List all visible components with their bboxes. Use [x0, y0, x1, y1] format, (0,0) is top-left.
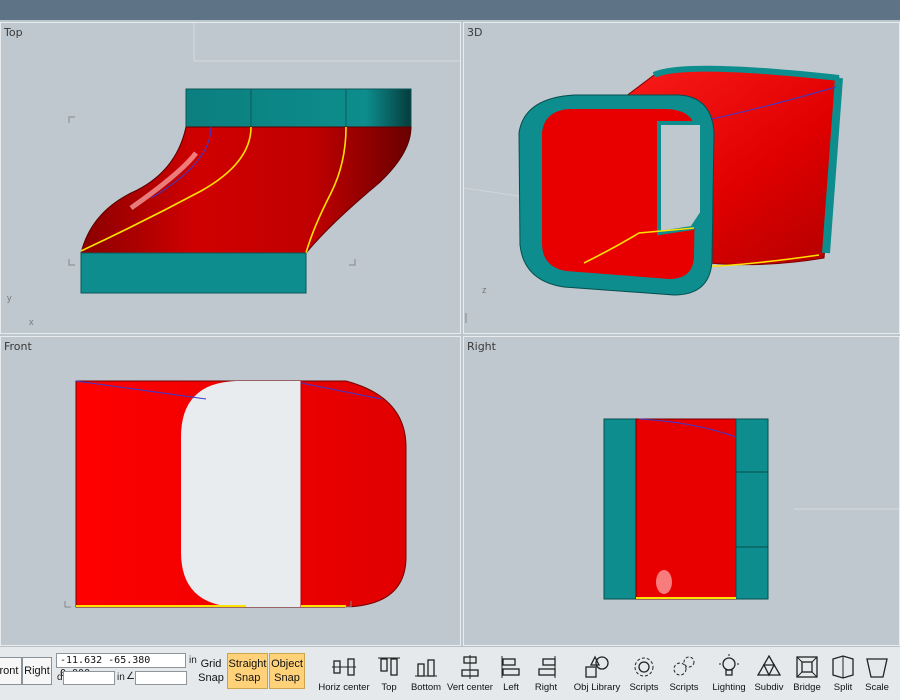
top-rim-upper — [185, 88, 412, 128]
tool-label: Scripts — [669, 682, 699, 693]
tool-label: Scripts — [629, 682, 659, 693]
tool-split-button[interactable]: Split — [828, 651, 858, 697]
axis-x-label: x — [29, 317, 34, 327]
3d-opening — [657, 121, 704, 236]
viewport-label-front: Front — [4, 340, 32, 353]
tool-bottom-button[interactable]: Bottom — [408, 651, 444, 697]
axis-y-label: y — [7, 293, 12, 303]
object-library-icon — [583, 653, 611, 681]
align-bottom-icon — [412, 653, 440, 681]
tool-label: Right — [534, 682, 558, 693]
top-surface — [80, 126, 412, 254]
title-bar — [0, 0, 900, 20]
align-top-icon — [375, 653, 403, 681]
viewport-label-right: Right — [467, 340, 496, 353]
tool-subdiv-button[interactable]: Subdiv — [752, 651, 786, 697]
tool-label: Obj Library — [573, 682, 621, 693]
tool-label: Subdiv — [754, 682, 784, 693]
distance-label: d — [57, 672, 63, 683]
top-rim-lower — [80, 252, 307, 294]
tool-label: Bridge — [793, 682, 821, 693]
front-opening — [181, 381, 301, 607]
coordinates-field[interactable]: -11.632 -65.380 0.000 — [56, 653, 186, 679]
viewport-label-3d: 3D — [467, 26, 483, 39]
straight-snap-toggle[interactable]: Straight Snap — [227, 653, 268, 689]
lighting-bulb-icon — [715, 653, 743, 681]
tool-label: Lighting — [712, 682, 746, 693]
tool-bridge-button[interactable]: Bridge — [790, 651, 824, 697]
angle-icon: ∠ — [126, 671, 135, 682]
vert-center-icon — [456, 653, 484, 681]
viewport-3d[interactable]: 3D z — [463, 22, 900, 334]
tool-scripts-button[interactable]: Scripts — [666, 651, 702, 697]
distance-input[interactable] — [63, 671, 115, 685]
axis-z-label: z — [482, 285, 487, 295]
front-view-canvas — [64, 380, 407, 608]
tool-obj-library-button[interactable]: Obj Library — [572, 651, 622, 697]
viewport-top[interactable]: Top y x — [0, 22, 461, 334]
tool-lighting-button[interactable]: Lighting — [710, 651, 748, 697]
tool-label: Bottom — [410, 682, 442, 693]
horiz-center-icon — [330, 653, 358, 681]
align-left-icon — [497, 653, 525, 681]
view-right-button[interactable]: Right — [22, 657, 52, 685]
right-view-canvas — [603, 418, 899, 600]
angle-input[interactable] — [135, 671, 187, 685]
tool-left-button[interactable]: Left — [496, 651, 526, 697]
view-front-button[interactable]: ront — [0, 657, 22, 685]
grid-snap-toggle[interactable]: Grid Snap — [196, 653, 226, 689]
app-window: Top y x 3D z Front Right ront Right -11.… — [0, 0, 900, 700]
scripts-gear-icon — [630, 653, 658, 681]
tool-label: Split — [833, 682, 853, 693]
tool-scale-button[interactable]: Scale — [862, 651, 892, 697]
subdiv-icon — [755, 653, 783, 681]
tool-right-button[interactable]: Right — [530, 651, 562, 697]
viewport-front[interactable]: Front — [0, 336, 461, 646]
right-surface — [635, 418, 737, 600]
distance-unit: in — [117, 672, 125, 683]
tool-top-button[interactable]: Top — [372, 651, 406, 697]
top-view-canvas — [68, 23, 460, 294]
tool-horiz-center-button[interactable]: Horiz center — [318, 651, 370, 697]
object-snap-toggle[interactable]: Object Snap — [269, 653, 305, 689]
split-icon — [829, 653, 857, 681]
viewport-right[interactable]: Right — [463, 336, 900, 646]
tool-scripts-button[interactable]: Scripts — [626, 651, 662, 697]
align-right-icon — [532, 653, 560, 681]
tool-label: Top — [381, 682, 397, 693]
tool-label: Vert center — [447, 682, 493, 693]
tool-label: Left — [503, 682, 519, 693]
viewport-label-top: Top — [4, 26, 23, 39]
perspective-view-canvas — [464, 65, 843, 323]
bottom-toolbar: ront Right -11.632 -65.380 0.000 in d in… — [0, 646, 900, 700]
tool-vert-center-button[interactable]: Vert center — [446, 651, 494, 697]
scripts-gears-icon — [670, 653, 698, 681]
scale-icon — [863, 653, 891, 681]
bridge-icon — [793, 653, 821, 681]
tool-label: Scale — [865, 682, 889, 693]
tool-label: Horiz center — [318, 682, 370, 693]
